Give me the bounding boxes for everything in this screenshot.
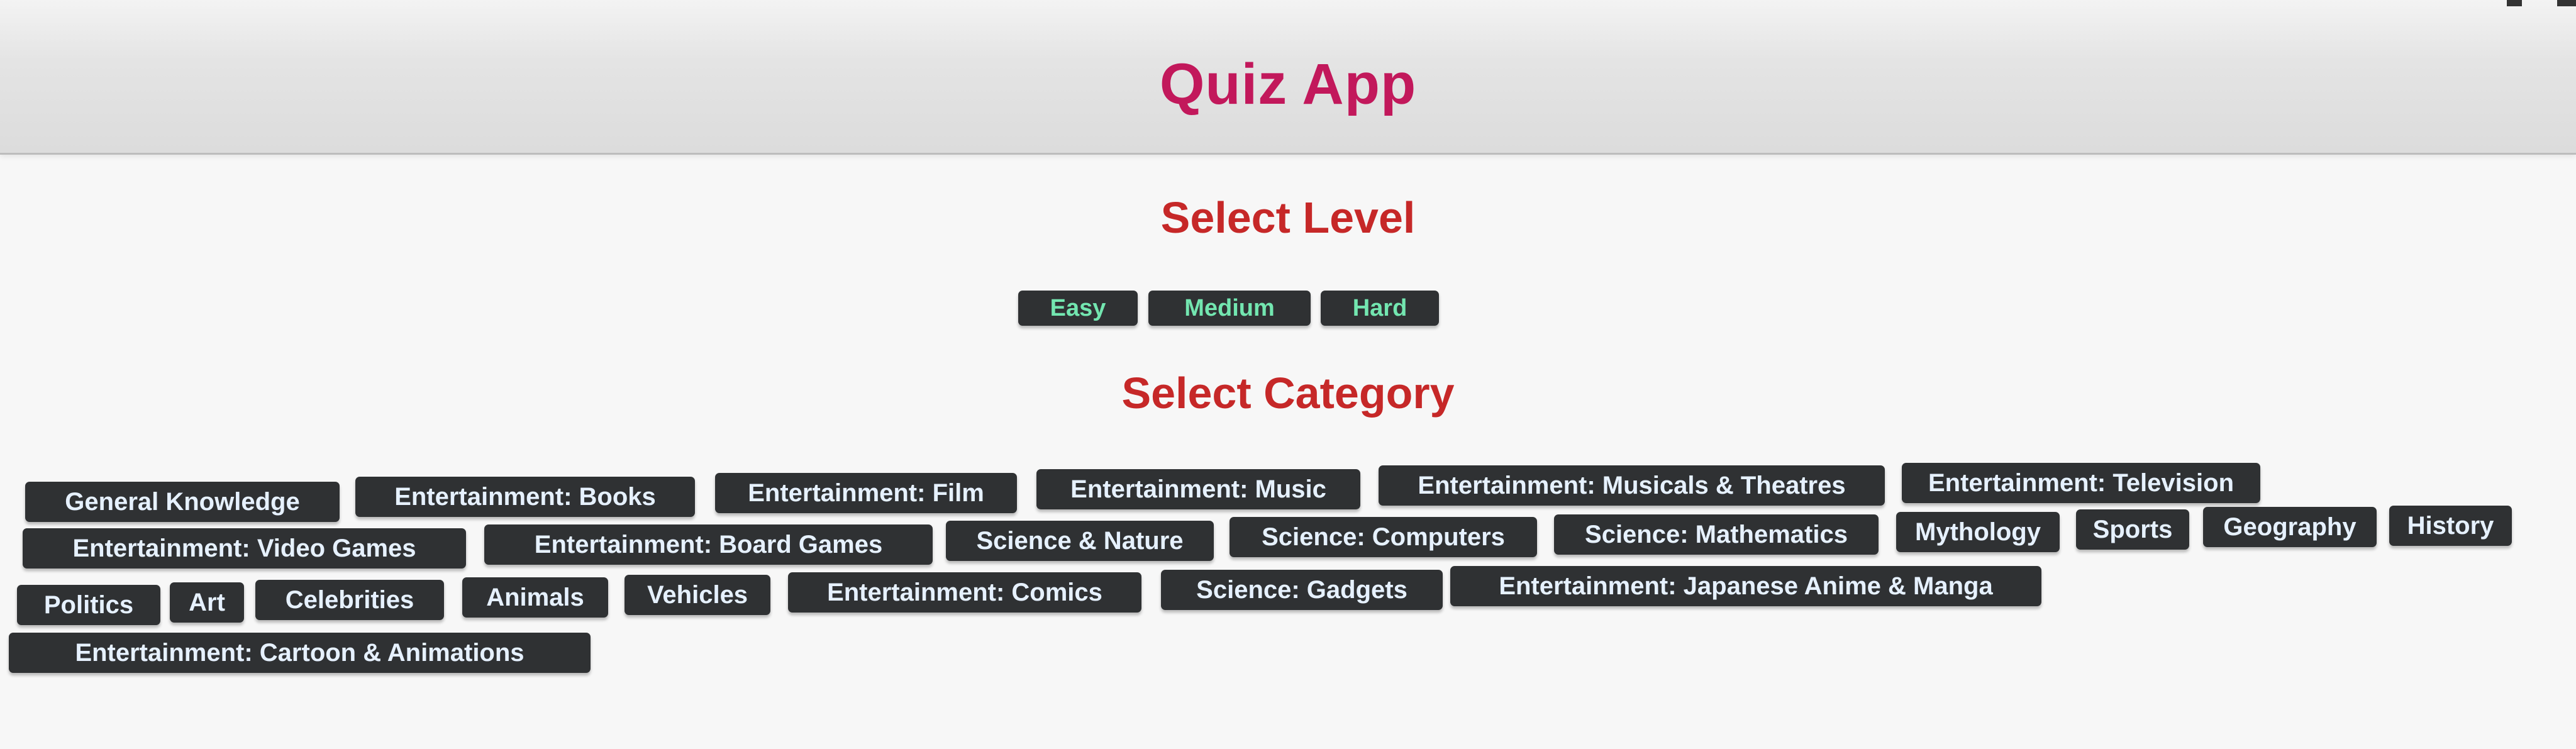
category-button[interactable]: Vehicles	[625, 575, 770, 615]
category-button[interactable]: Entertainment: Books	[355, 477, 695, 517]
category-button[interactable]: Entertainment: Cartoon & Animations	[9, 633, 591, 673]
category-button[interactable]: Entertainment: Television	[1902, 463, 2260, 503]
category-button[interactable]: Politics	[17, 585, 160, 625]
app-title: Quiz App	[1159, 52, 1417, 116]
category-button[interactable]: Entertainment: Board Games	[484, 524, 933, 565]
category-button[interactable]: General Knowledge	[25, 482, 340, 522]
category-button[interactable]: Mythology	[1896, 512, 2060, 552]
category-button[interactable]: Entertainment: Comics	[788, 572, 1141, 613]
category-button[interactable]: Entertainment: Video Games	[23, 528, 466, 569]
window-controls	[2463, 0, 2576, 9]
category-button[interactable]: Entertainment: Music	[1036, 469, 1360, 509]
category-button[interactable]: Science: Computers	[1230, 517, 1537, 557]
category-button[interactable]: Science: Mathematics	[1554, 514, 1879, 555]
category-button[interactable]: History	[2389, 506, 2512, 546]
select-category-heading: Select Category	[1121, 369, 1455, 418]
category-button[interactable]: Science: Gadgets	[1161, 570, 1443, 610]
category-button[interactable]: Geography	[2203, 507, 2377, 547]
level-button-hard[interactable]: Hard	[1321, 291, 1439, 326]
category-button[interactable]: Sports	[2076, 509, 2189, 550]
select-level-heading: Select Level	[1160, 193, 1416, 242]
category-button[interactable]: Animals	[462, 577, 608, 618]
category-button[interactable]: Art	[170, 582, 244, 623]
level-button-medium[interactable]: Medium	[1148, 291, 1311, 326]
category-button[interactable]: Entertainment: Film	[715, 473, 1017, 513]
category-button[interactable]: Science & Nature	[946, 521, 1214, 561]
category-button[interactable]: Entertainment: Musicals & Theatres	[1379, 465, 1885, 506]
app-header: Quiz App	[0, 0, 2576, 155]
level-button-easy[interactable]: Easy	[1018, 291, 1138, 326]
category-button[interactable]: Entertainment: Japanese Anime & Manga	[1450, 566, 2041, 606]
category-button[interactable]: Celebrities	[255, 580, 444, 620]
